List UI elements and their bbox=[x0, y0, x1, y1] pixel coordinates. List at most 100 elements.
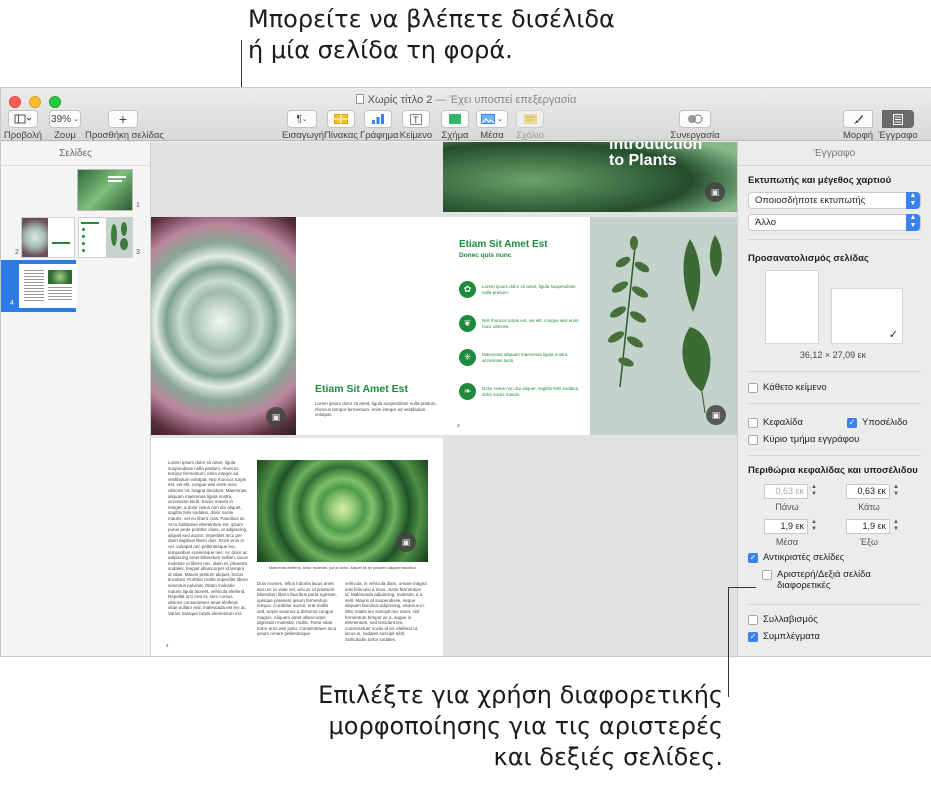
outside-margin-stepper[interactable]: ▲ ▼ bbox=[892, 519, 900, 534]
leaves-image[interactable]: ▣ bbox=[590, 217, 737, 435]
footer-checkbox[interactable]: ✓ Υποσέλιδο bbox=[847, 417, 908, 428]
page-thumbnail-3[interactable] bbox=[79, 218, 132, 257]
printer-select[interactable]: Οποιοσδήποτε εκτυπωτής ▲ ▼ bbox=[748, 192, 921, 209]
format-tool[interactable]: Μορφή bbox=[840, 110, 876, 141]
collaborate-icon[interactable] bbox=[679, 110, 711, 128]
view-tool[interactable]: Προβολή bbox=[3, 110, 43, 141]
doc-name: Χωρίς τίτλο 2 bbox=[367, 94, 433, 106]
callout-top-line2: ή μία σελίδα τη φορά. bbox=[248, 36, 513, 64]
leaf-icon: ❦ bbox=[459, 315, 476, 332]
toolbar: Χωρίς τίτλο 2 — Έχει υποστεί επεξεργασία… bbox=[1, 88, 931, 141]
callout-bottom-leader-v bbox=[728, 587, 729, 697]
hyphenation-checkbox[interactable]: Συλλαβισμός bbox=[748, 614, 818, 625]
page-4[interactable]: Lorem ipsum dolor sit amet, ligula suspe… bbox=[151, 438, 443, 656]
media-icon[interactable]: ⌄ bbox=[476, 110, 508, 128]
plus-icon[interactable]: + bbox=[108, 110, 138, 128]
insert-label: Εισαγωγή bbox=[282, 130, 325, 141]
text-tool[interactable]: T Κείμενο bbox=[397, 110, 435, 141]
chevron-down-icon: ⌄ bbox=[73, 116, 79, 123]
callout-bottom-leader-h bbox=[728, 587, 756, 588]
orientation-section-title: Προσανατολισμός σελίδας bbox=[748, 253, 869, 264]
zoom-select[interactable]: 39% ⌄ bbox=[49, 110, 81, 128]
text-icon[interactable]: T bbox=[402, 110, 430, 128]
maple-leaf-icon: ✳ bbox=[459, 349, 476, 366]
callout-top: Μπορείτε να βλέπετε δισέλιδα ή μία σελίδ… bbox=[248, 4, 615, 66]
document-panel-icon[interactable] bbox=[882, 110, 914, 128]
callout-top-line1: Μπορείτε να βλέπετε δισέλιδα bbox=[248, 5, 615, 33]
succulent-image[interactable] bbox=[151, 217, 296, 435]
p3-item-4: ❧ Dolor netus non dui aliquet, sagittis f… bbox=[459, 383, 584, 400]
inspector-tab-document[interactable]: Έγγραφο bbox=[738, 142, 931, 166]
zoom-tool[interactable]: 39% ⌄ Ζουμ bbox=[47, 110, 83, 141]
inside-margin-field[interactable]: 1,9 εκ bbox=[764, 519, 808, 534]
shape-label: Σχήμα bbox=[441, 130, 469, 141]
document-canvas[interactable]: Introduction to Plants ▣ ▣ Etiam Sit Ame… bbox=[151, 142, 737, 656]
p4-caption: Maecenas eleifend, tortor molestie, puru… bbox=[268, 566, 418, 570]
page-2[interactable]: ▣ Etiam Sit Amet Est Lorem ipsum dolor s… bbox=[151, 217, 443, 435]
p3-item-3: ✳ Maecenas aliquam maecenas ligula nostra… bbox=[459, 349, 584, 366]
page-thumbnails-sidebar: Σελίδες 1 2 3 4 bbox=[1, 142, 151, 656]
shape-tool[interactable]: Σχήμα bbox=[437, 110, 473, 141]
chart-icon[interactable] bbox=[364, 110, 392, 128]
p4-column-2: Duis montes, tellus lobortis lacus amet … bbox=[257, 581, 337, 637]
page-thumbnail-2[interactable] bbox=[22, 218, 74, 257]
ligatures-checkbox[interactable]: ✓ Συμπλέγματα bbox=[748, 631, 820, 642]
paragraph-icon[interactable]: ¶ ⌄ bbox=[287, 110, 317, 128]
image-placeholder-icon[interactable]: ▣ bbox=[396, 532, 416, 552]
table-icon[interactable] bbox=[327, 110, 355, 128]
document-tool[interactable]: Έγγραφο bbox=[876, 110, 920, 141]
bottom-margin-stepper[interactable]: ▲ ▼ bbox=[892, 484, 900, 499]
chevron-updown-icon: ▲ ▼ bbox=[906, 214, 920, 231]
page-3[interactable]: Etiam Sit Amet Est Donec quis nunc ✿ Lore… bbox=[443, 217, 737, 435]
sidebar-view-icon[interactable] bbox=[8, 110, 38, 128]
p3-item-1: ✿ Lorem ipsum dolor sit amet, ligula susp… bbox=[459, 281, 584, 298]
p3-item-2: ❦ Nisl rhoncus turpis est, vel elit, cong… bbox=[459, 315, 584, 332]
inside-margin-stepper[interactable]: ▲ ▼ bbox=[810, 519, 818, 534]
p4-page-number: 4 bbox=[166, 643, 169, 648]
chart-label: Γράφημα bbox=[360, 130, 399, 141]
divider bbox=[748, 371, 921, 372]
page-number-1: 1 bbox=[136, 202, 140, 209]
image-placeholder-icon[interactable]: ▣ bbox=[706, 405, 726, 425]
top-margin-field[interactable]: 0,63 εκ bbox=[764, 484, 808, 499]
comment-tool[interactable]: Σχόλιο bbox=[512, 110, 548, 141]
facing-pages-checkbox[interactable]: ✓ Αντικριστές σελίδες bbox=[748, 552, 844, 563]
paintbrush-icon[interactable] bbox=[843, 110, 873, 128]
bottom-margin-field[interactable]: 0,63 εκ bbox=[846, 484, 890, 499]
callout-bottom-line2: μορφοποίησης για τις αριστερές bbox=[328, 712, 723, 740]
table-tool[interactable]: Πίνακας bbox=[323, 110, 359, 141]
p4-column-1: Lorem ipsum dolor sit amet, ligula suspe… bbox=[168, 460, 248, 617]
insert-tool[interactable]: ¶ ⌄ Εισαγωγή bbox=[282, 110, 325, 141]
bottom-margin-label: Κάτω bbox=[858, 502, 880, 512]
collaborate-tool[interactable]: Συνεργασία bbox=[669, 110, 721, 141]
shape-icon[interactable] bbox=[441, 110, 469, 128]
comment-icon[interactable] bbox=[516, 110, 544, 128]
divider bbox=[748, 455, 921, 456]
page-thumbnail-4[interactable] bbox=[21, 266, 75, 306]
portrait-orientation-button[interactable] bbox=[765, 270, 819, 344]
p4-column-3: vehicula, in vehicula diam, ornare magna… bbox=[345, 581, 427, 642]
media-tool[interactable]: ⌄ Μέσα bbox=[474, 110, 510, 141]
add-page-tool[interactable]: + Προσθήκη σελίδας bbox=[85, 110, 164, 141]
page-number-2: 2 bbox=[15, 249, 19, 256]
vertical-text-checkbox[interactable]: Κάθετο κείμενο bbox=[748, 382, 827, 393]
divider bbox=[748, 604, 921, 605]
document-label: Έγγραφο bbox=[878, 130, 918, 141]
outside-margin-field[interactable]: 1,9 εκ bbox=[846, 519, 890, 534]
header-checkbox[interactable]: Κεφαλίδα bbox=[748, 417, 803, 428]
p2-title: Etiam Sit Amet Est bbox=[315, 383, 408, 395]
page-1-cover[interactable]: Introduction to Plants ▣ bbox=[443, 142, 737, 212]
image-placeholder-icon[interactable]: ▣ bbox=[705, 182, 725, 202]
top-margin-stepper[interactable]: ▲ ▼ bbox=[810, 484, 818, 499]
chart-tool[interactable]: Γράφημα bbox=[360, 110, 399, 141]
image-placeholder-icon[interactable]: ▣ bbox=[266, 407, 286, 427]
page-thumbnail-1[interactable] bbox=[78, 170, 132, 210]
document-body-checkbox[interactable]: Κύριο τμήμα εγγράφου bbox=[748, 434, 859, 445]
pages-window: Χωρίς τίτλο 2 — Έχει υποστεί επεξεργασία… bbox=[0, 87, 931, 657]
p2-body: Lorem ipsum dolor sit amet, ligula suspe… bbox=[315, 401, 437, 418]
paper-size-select[interactable]: Άλλο ▲ ▼ bbox=[748, 214, 921, 231]
page-size-label: 36,12 × 27,09 εκ bbox=[799, 350, 867, 360]
landscape-orientation-button[interactable]: ✓ bbox=[831, 288, 903, 344]
left-right-different-checkbox[interactable]: Αριστερή/Δεξιά σελίδα διαφορετικές bbox=[762, 569, 871, 591]
page-number-4: 4 bbox=[10, 300, 14, 307]
